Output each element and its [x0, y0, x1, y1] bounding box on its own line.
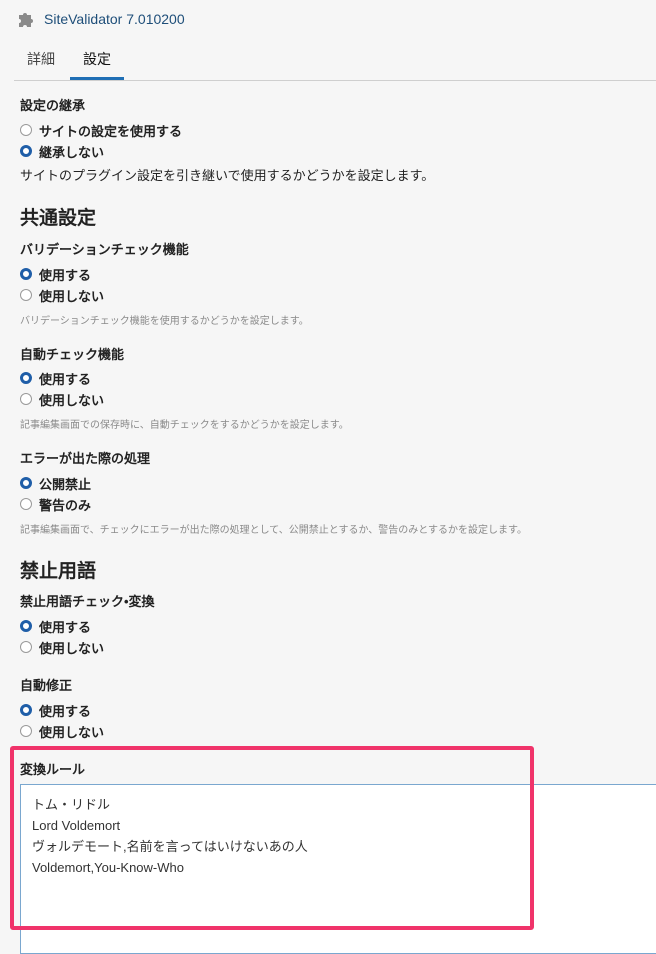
radio-label: 警告のみ: [39, 497, 92, 513]
app-title: SiteValidator 7.010200: [44, 11, 185, 27]
radio-button-selected[interactable]: [20, 372, 32, 384]
error-option-block[interactable]: 公開禁止: [20, 473, 91, 493]
section-title-common: 共通設定: [20, 208, 97, 229]
auto-check-help: 記事編集画面での保存時に、自動チェックをするかどうかを設定します。: [20, 420, 349, 431]
validation-label: バリデーションチェック機能: [20, 242, 189, 257]
radio-label: 使用しない: [39, 288, 105, 304]
radio-button[interactable]: [20, 124, 32, 136]
radio-label: 公開禁止: [39, 476, 92, 492]
auto-check-option-nouse[interactable]: 使用しない: [20, 389, 104, 409]
section-title-forbidden: 禁止用語: [20, 561, 97, 582]
forbidden-option-use[interactable]: 使用する: [20, 616, 91, 636]
radio-label: 使用する: [39, 619, 92, 635]
inherit-option-site[interactable]: サイトの設定を使用する: [20, 120, 182, 140]
inherit-option-none[interactable]: 継承しない: [20, 141, 104, 161]
conversion-rules-label: 変換ルール: [20, 762, 86, 777]
validation-help: バリデーションチェック機能を使用するかどうかを設定します。: [20, 316, 309, 327]
tab-bar: 詳細 設定: [14, 44, 656, 81]
radio-button[interactable]: [20, 641, 32, 653]
auto-fix-option-nouse[interactable]: 使用しない: [20, 721, 104, 741]
forbidden-option-nouse[interactable]: 使用しない: [20, 637, 104, 657]
radio-button-selected[interactable]: [20, 477, 32, 489]
radio-label: サイトの設定を使用する: [39, 123, 183, 139]
conversion-rules-textarea[interactable]: トム・リドル Lord Voldemort ヴォルデモート,名前を言ってはいけな…: [20, 784, 656, 954]
rules-line: Voldemort,You-Know-Who: [32, 860, 184, 875]
auto-fix-label: 自動修正: [20, 678, 73, 693]
error-handling-label: エラーが出た際の処理: [20, 451, 151, 466]
radio-button-selected[interactable]: [20, 145, 32, 157]
tab-details[interactable]: 詳細: [14, 44, 68, 78]
auto-fix-option-use[interactable]: 使用する: [20, 700, 91, 720]
radio-button[interactable]: [20, 393, 32, 405]
radio-label: 継承しない: [39, 144, 105, 160]
radio-button-selected[interactable]: [20, 268, 32, 280]
app-header: SiteValidator 7.010200: [16, 8, 185, 30]
rules-line: ヴォルデモート,名前を言ってはいけないあの人: [32, 839, 308, 854]
rules-line: Lord Voldemort: [32, 818, 121, 833]
radio-label: 使用しない: [39, 640, 105, 656]
validation-option-use[interactable]: 使用する: [20, 264, 91, 284]
puzzle-icon: [19, 13, 33, 27]
radio-label: 使用する: [39, 703, 92, 719]
error-handling-help: 記事編集画面で、チェックにエラーが出た際の処理として、公開禁止とするか、警告のみ…: [20, 525, 527, 536]
radio-label: 使用する: [39, 267, 92, 283]
error-option-warn[interactable]: 警告のみ: [20, 494, 91, 514]
radio-button[interactable]: [20, 289, 32, 301]
inherit-label: 設定の継承: [20, 98, 86, 113]
validation-option-nouse[interactable]: 使用しない: [20, 285, 104, 305]
tab-settings[interactable]: 設定: [70, 44, 124, 80]
radio-button-selected[interactable]: [20, 704, 32, 716]
radio-label: 使用しない: [39, 724, 105, 740]
auto-check-option-use[interactable]: 使用する: [20, 368, 91, 388]
radio-label: 使用しない: [39, 392, 105, 408]
radio-button[interactable]: [20, 725, 32, 737]
inherit-help: サイトのプラグイン設定を引き継いで使用するかどうかを設定します。: [20, 168, 435, 183]
auto-check-label: 自動チェック機能: [20, 347, 125, 362]
radio-label: 使用する: [39, 371, 92, 387]
forbidden-check-label: 禁止用語チェック•変換: [20, 594, 155, 609]
radio-button[interactable]: [20, 498, 32, 510]
rules-line: トム・リドル: [32, 797, 111, 812]
radio-button-selected[interactable]: [20, 620, 32, 632]
